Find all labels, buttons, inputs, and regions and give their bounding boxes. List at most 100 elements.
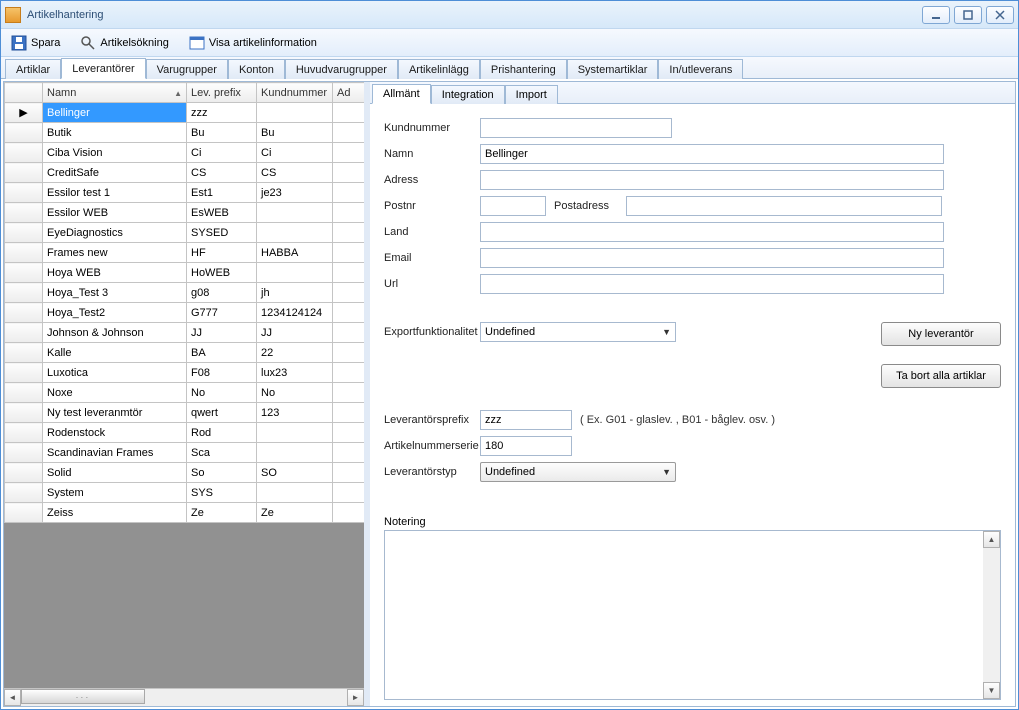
cell-prefix[interactable]: EsWEB: [187, 203, 257, 223]
scroll-right-button[interactable]: ►: [347, 689, 364, 706]
cell-extra[interactable]: [333, 383, 365, 403]
notering-vertical-scrollbar[interactable]: ▲ ▼: [983, 531, 1000, 699]
cell-prefix[interactable]: HoWEB: [187, 263, 257, 283]
cell-extra[interactable]: [333, 403, 365, 423]
cell-namn[interactable]: Bellinger: [43, 103, 187, 123]
cell-namn[interactable]: Hoya WEB: [43, 263, 187, 283]
cell-namn[interactable]: Ciba Vision: [43, 143, 187, 163]
cell-prefix[interactable]: Rod: [187, 423, 257, 443]
cell-namn[interactable]: System: [43, 483, 187, 503]
notering-textarea[interactable]: ▲ ▼: [384, 530, 1001, 700]
maximize-button[interactable]: [954, 6, 982, 24]
cell-namn[interactable]: Hoya_Test 3: [43, 283, 187, 303]
cell-kund[interactable]: 123: [257, 403, 333, 423]
cell-extra[interactable]: [333, 323, 365, 343]
scroll-track[interactable]: ···: [21, 689, 347, 706]
kundnummer-field[interactable]: [480, 118, 672, 138]
tab-varugrupper[interactable]: Varugrupper: [146, 59, 228, 79]
new-supplier-button[interactable]: Ny leverantör: [881, 322, 1001, 346]
cell-kund[interactable]: JJ: [257, 323, 333, 343]
cell-extra[interactable]: [333, 203, 365, 223]
cell-extra[interactable]: [333, 243, 365, 263]
subtab-import[interactable]: Import: [505, 85, 558, 104]
cell-prefix[interactable]: SYSED: [187, 223, 257, 243]
scroll-track[interactable]: [983, 548, 1000, 682]
land-field[interactable]: [480, 222, 944, 242]
cell-namn[interactable]: Scandinavian Frames: [43, 443, 187, 463]
tab-in/utleverans[interactable]: In/utleverans: [658, 59, 743, 79]
cell-prefix[interactable]: g08: [187, 283, 257, 303]
scroll-down-button[interactable]: ▼: [983, 682, 1000, 699]
cell-extra[interactable]: [333, 143, 365, 163]
cell-extra[interactable]: [333, 363, 365, 383]
artserie-field[interactable]: [480, 436, 572, 456]
export-combo[interactable]: Undefined ▼: [480, 322, 676, 342]
table-row[interactable]: Johnson & JohnsonJJJJ: [5, 323, 365, 343]
table-row[interactable]: RodenstockRod: [5, 423, 365, 443]
cell-prefix[interactable]: JJ: [187, 323, 257, 343]
cell-prefix[interactable]: SYS: [187, 483, 257, 503]
cell-namn[interactable]: Kalle: [43, 343, 187, 363]
table-row[interactable]: Hoya_Test2G7771234124124: [5, 303, 365, 323]
tab-systemartiklar[interactable]: Systemartiklar: [567, 59, 659, 79]
table-row[interactable]: Ny test leveranmtörqwert123: [5, 403, 365, 423]
cell-extra[interactable]: [333, 343, 365, 363]
cell-prefix[interactable]: G777: [187, 303, 257, 323]
cell-prefix[interactable]: Sca: [187, 443, 257, 463]
cell-kund[interactable]: [257, 103, 333, 123]
tab-prishantering[interactable]: Prishantering: [480, 59, 567, 79]
cell-kund[interactable]: [257, 223, 333, 243]
cell-namn[interactable]: Rodenstock: [43, 423, 187, 443]
cell-kund[interactable]: [257, 263, 333, 283]
delete-all-articles-button[interactable]: Ta bort alla artiklar: [881, 364, 1001, 388]
cell-extra[interactable]: [333, 283, 365, 303]
cell-kund[interactable]: CS: [257, 163, 333, 183]
prefix-field[interactable]: [480, 410, 572, 430]
cell-extra[interactable]: [333, 263, 365, 283]
cell-extra[interactable]: [333, 423, 365, 443]
scroll-thumb[interactable]: ···: [21, 689, 145, 704]
col-header[interactable]: Ad: [333, 83, 365, 103]
col-header[interactable]: Lev. prefix: [187, 83, 257, 103]
table-row[interactable]: EyeDiagnosticsSYSED: [5, 223, 365, 243]
col-header[interactable]: Kundnummer: [257, 83, 333, 103]
supplier-grid[interactable]: Namn▲Lev. prefixKundnummerAd▶Bellingerzz…: [4, 82, 364, 523]
tab-leverantörer[interactable]: Leverantörer: [61, 58, 145, 79]
tab-artikelinlägg[interactable]: Artikelinlägg: [398, 59, 480, 79]
cell-prefix[interactable]: HF: [187, 243, 257, 263]
article-info-button[interactable]: Visa artikelinformation: [185, 33, 321, 53]
email-field[interactable]: [480, 248, 944, 268]
scroll-left-button[interactable]: ◄: [4, 689, 21, 706]
cell-extra[interactable]: [333, 483, 365, 503]
cell-extra[interactable]: [333, 103, 365, 123]
table-row[interactable]: Essilor test 1Est1je23: [5, 183, 365, 203]
col-header[interactable]: Namn▲: [43, 83, 187, 103]
cell-kund[interactable]: Ci: [257, 143, 333, 163]
postnr-field[interactable]: [480, 196, 546, 216]
table-row[interactable]: SystemSYS: [5, 483, 365, 503]
cell-kund[interactable]: [257, 443, 333, 463]
adress-field[interactable]: [480, 170, 944, 190]
cell-kund[interactable]: Bu: [257, 123, 333, 143]
table-row[interactable]: ▶Bellingerzzz: [5, 103, 365, 123]
cell-kund[interactable]: [257, 483, 333, 503]
cell-prefix[interactable]: BA: [187, 343, 257, 363]
cell-namn[interactable]: Frames new: [43, 243, 187, 263]
table-row[interactable]: ButikBuBu: [5, 123, 365, 143]
table-row[interactable]: ZeissZeZe: [5, 503, 365, 523]
cell-extra[interactable]: [333, 223, 365, 243]
cell-prefix[interactable]: Bu: [187, 123, 257, 143]
cell-extra[interactable]: [333, 463, 365, 483]
table-row[interactable]: LuxoticaF08lux23: [5, 363, 365, 383]
subtab-integration[interactable]: Integration: [431, 85, 505, 104]
subtab-allmänt[interactable]: Allmänt: [372, 84, 431, 104]
cell-kund[interactable]: HABBA: [257, 243, 333, 263]
cell-prefix[interactable]: CS: [187, 163, 257, 183]
cell-namn[interactable]: Luxotica: [43, 363, 187, 383]
cell-kund[interactable]: [257, 203, 333, 223]
cell-extra[interactable]: [333, 443, 365, 463]
minimize-button[interactable]: [922, 6, 950, 24]
levtyp-combo[interactable]: Undefined ▼: [480, 462, 676, 482]
save-button[interactable]: Spara: [7, 33, 64, 53]
table-row[interactable]: Essilor WEBEsWEB: [5, 203, 365, 223]
